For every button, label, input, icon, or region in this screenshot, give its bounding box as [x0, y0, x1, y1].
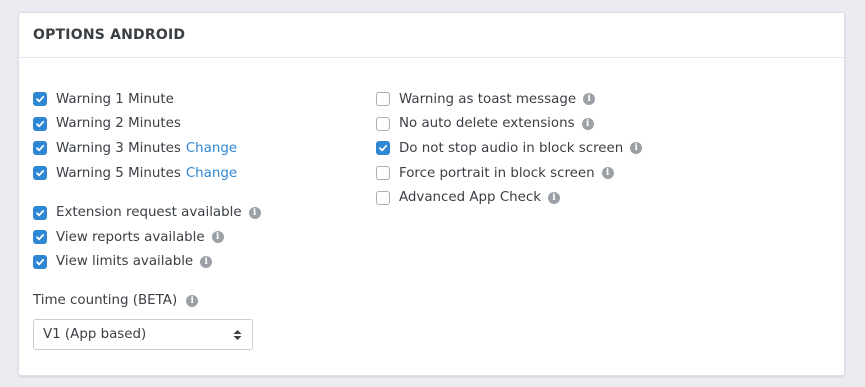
check-icon — [36, 234, 45, 241]
option-label: Force portrait in block screen — [399, 165, 595, 181]
option-warning-5-minutes[interactable]: Warning 5 Minutes Change — [33, 161, 261, 186]
option-label: No auto delete extensions — [399, 116, 575, 132]
time-counting-select[interactable]: V1 (App based) — [33, 319, 253, 350]
info-icon[interactable]: i — [248, 206, 261, 219]
panel-title: OPTIONS ANDROID — [33, 27, 186, 43]
option-label: Do not stop audio in block screen — [399, 140, 624, 156]
checkbox-warning-1-minute[interactable] — [33, 92, 47, 107]
checkbox-no-auto-delete[interactable] — [376, 116, 390, 131]
info-icon[interactable]: i — [211, 231, 224, 244]
check-icon — [36, 120, 45, 128]
option-label: Advanced App Check — [399, 190, 542, 206]
right-options-column: Warning as toast message i No auto delet… — [376, 87, 643, 210]
info-icon[interactable]: i — [630, 142, 643, 155]
panel-header: OPTIONS ANDROID — [19, 13, 844, 58]
check-icon — [36, 169, 45, 177]
checkbox-do-not-stop-audio[interactable] — [376, 141, 390, 156]
option-no-auto-delete[interactable]: No auto delete extensions i — [376, 112, 642, 137]
info-icon[interactable]: i — [548, 191, 561, 204]
checkbox-warning-toast[interactable] — [376, 92, 390, 107]
info-icon[interactable]: i — [186, 294, 199, 307]
option-advanced-app-check[interactable]: Advanced App Check i — [376, 185, 642, 210]
checkbox-advanced-app-check[interactable] — [376, 190, 390, 205]
options-android-panel: OPTIONS ANDROID Warning 1 Minute Warning… — [18, 12, 845, 376]
change-link-warning-5-minutes[interactable]: Change — [186, 166, 237, 181]
checkbox-view-reports[interactable] — [33, 230, 47, 245]
checkbox-warning-3-minutes[interactable] — [33, 141, 47, 156]
check-icon — [36, 258, 45, 266]
change-link-warning-3-minutes[interactable]: Change — [186, 141, 237, 156]
option-extension-request[interactable]: Extension request available i — [33, 200, 261, 225]
option-label: Warning 5 Minutes — [56, 165, 181, 181]
option-warning-1-minute[interactable]: Warning 1 Minute — [33, 87, 261, 112]
info-icon[interactable]: i — [200, 255, 213, 268]
option-view-limits[interactable]: View limits available i — [33, 250, 261, 275]
option-label: View limits available — [56, 254, 194, 270]
option-label: View reports available — [56, 229, 205, 245]
time-counting-label-row: Time counting (BETA) i — [33, 293, 199, 308]
checkbox-force-portrait[interactable] — [376, 166, 390, 181]
info-icon[interactable]: i — [581, 117, 594, 130]
option-label: Warning 1 Minute — [56, 91, 174, 107]
check-icon — [36, 145, 45, 152]
checkbox-view-limits[interactable] — [33, 254, 47, 269]
checkbox-extension-request[interactable] — [33, 205, 47, 220]
option-view-reports[interactable]: View reports available i — [33, 225, 261, 250]
check-icon — [36, 96, 45, 103]
option-label: Warning 3 Minutes — [56, 140, 181, 156]
check-icon — [379, 145, 388, 152]
left-options-column: Warning 1 Minute Warning 2 Minutes Warni… — [33, 87, 261, 274]
time-counting-label: Time counting (BETA) — [33, 293, 178, 308]
option-warning-2-minutes[interactable]: Warning 2 Minutes — [33, 112, 261, 137]
sort-caret-icon — [233, 329, 242, 340]
time-counting-selected-value: V1 (App based) — [43, 327, 147, 342]
option-warning-toast[interactable]: Warning as toast message i — [376, 87, 642, 112]
checkbox-warning-2-minutes[interactable] — [33, 116, 47, 131]
info-icon[interactable]: i — [601, 167, 614, 180]
check-icon — [36, 209, 45, 216]
option-label: Extension request available — [56, 205, 242, 221]
info-icon[interactable]: i — [583, 93, 596, 106]
option-warning-3-minutes[interactable]: Warning 3 Minutes Change — [33, 136, 261, 161]
option-do-not-stop-audio[interactable]: Do not stop audio in block screen i — [376, 136, 643, 161]
option-label: Warning as toast message — [399, 91, 577, 107]
checkbox-warning-5-minutes[interactable] — [33, 166, 47, 181]
option-label: Warning 2 Minutes — [56, 116, 181, 132]
option-force-portrait[interactable]: Force portrait in block screen i — [376, 161, 642, 186]
